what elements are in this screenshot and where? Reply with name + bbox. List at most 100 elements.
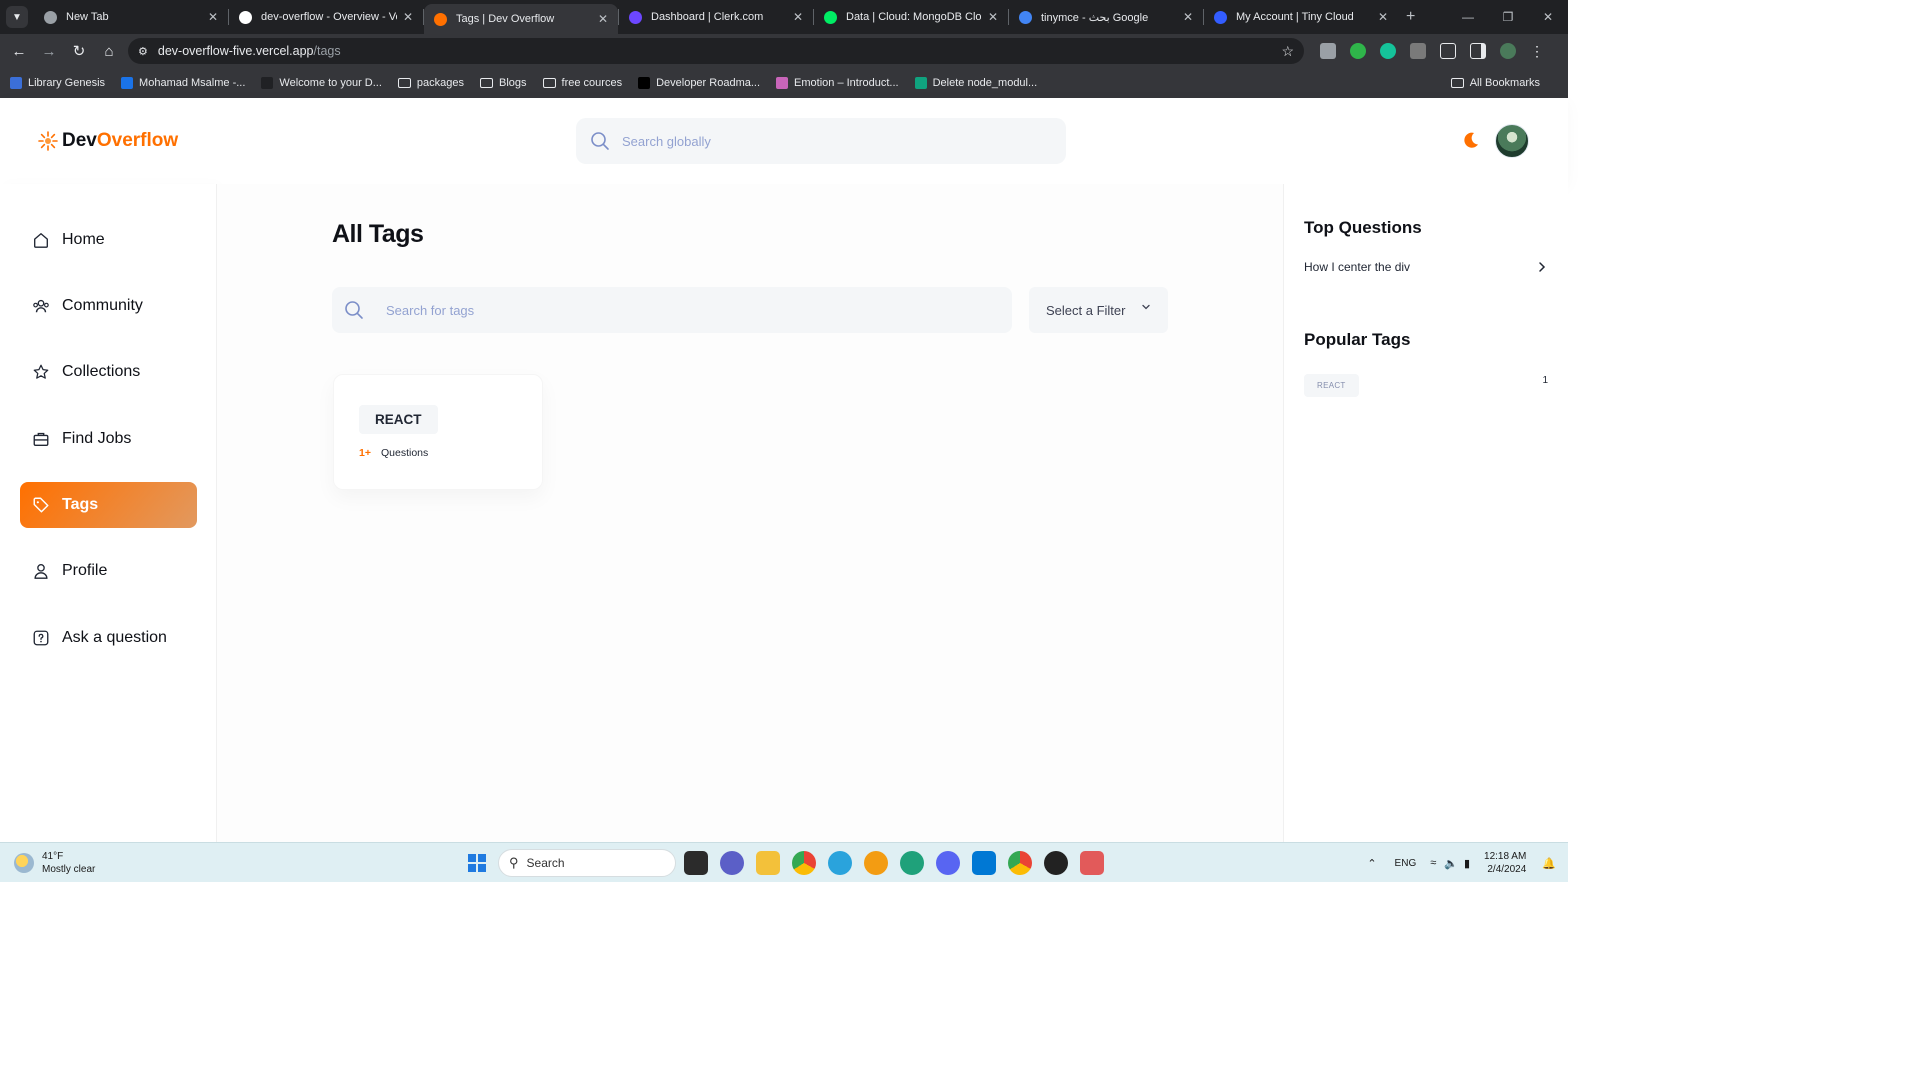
bookmark-folder[interactable]: packages: [397, 77, 464, 89]
tab-title: My Account | Tiny Cloud: [1236, 11, 1354, 23]
profile-icon[interactable]: [1500, 43, 1516, 59]
weather-widget[interactable]: 41°F Mostly clear: [14, 850, 95, 876]
reload-button[interactable]: ↻: [64, 42, 94, 60]
bookmark-item[interactable]: Mohamad Msalme -...: [121, 77, 245, 89]
chevron-up-icon[interactable]: ⌃: [1367, 857, 1376, 870]
popular-tags-heading: Popular Tags: [1304, 330, 1411, 349]
windows-start-icon[interactable]: [468, 854, 486, 872]
sidebar-item-community[interactable]: Community: [20, 283, 197, 329]
browser-tab[interactable]: Tags | Dev Overflow ✕: [424, 4, 618, 34]
sidebar-item-label: Collections: [62, 363, 141, 380]
tag-search-input[interactable]: [386, 302, 1012, 318]
close-window-icon[interactable]: ✕: [1528, 10, 1568, 24]
more-menu-icon[interactable]: ⋮: [1530, 43, 1544, 60]
top-question-link[interactable]: How I center the div: [1304, 260, 1548, 274]
sidebar-item-collections[interactable]: Collections: [20, 349, 197, 395]
taskbar-search[interactable]: ⚲ Search: [498, 849, 676, 877]
browser-tab[interactable]: tinymce - بحث Google ✕: [1009, 0, 1203, 34]
popular-tag-row[interactable]: REACT 1: [1304, 374, 1548, 397]
clock-time: 12:18 AM: [1484, 851, 1527, 862]
back-button[interactable]: ←: [4, 43, 34, 60]
moon-theme-toggle-icon[interactable]: [1460, 130, 1480, 150]
tab-close-icon[interactable]: ✕: [1183, 10, 1193, 24]
bookmark-item[interactable]: Delete node_modul...: [914, 77, 1037, 89]
extension-icon[interactable]: [1350, 43, 1366, 59]
browser-tab[interactable]: Dashboard | Clerk.com ✕: [619, 0, 813, 34]
tab-close-icon[interactable]: ✕: [1378, 10, 1388, 24]
tab-close-icon[interactable]: ✕: [208, 10, 218, 24]
restore-icon[interactable]: ❐: [1488, 10, 1528, 24]
right-sidebar: Top Questions How I center the div Popul…: [1283, 184, 1568, 842]
browser-tab[interactable]: dev-overflow - Overview - Verc ✕: [229, 0, 423, 34]
clock[interactable]: 12:18 AM 2/4/2024: [1484, 850, 1526, 876]
volume-icon[interactable]: 🔈: [1444, 857, 1458, 870]
user-avatar[interactable]: [1495, 124, 1529, 158]
sidebar-item-tags[interactable]: Tags: [20, 482, 197, 528]
media-player-icon[interactable]: [1044, 851, 1068, 875]
language-indicator[interactable]: ENG: [1395, 858, 1417, 869]
logo-text-dev: Dev: [62, 130, 97, 151]
tab-title: dev-overflow - Overview - Verc: [261, 11, 397, 23]
chevron-down-icon: [1142, 304, 1150, 310]
vscode-icon[interactable]: [972, 851, 996, 875]
home-button[interactable]: ⌂: [94, 43, 124, 60]
side-panel-icon[interactable]: [1470, 43, 1486, 59]
new-tab-button[interactable]: +: [1406, 8, 1415, 26]
puzzle-icon[interactable]: [1440, 43, 1456, 59]
bookmark-item[interactable]: Welcome to your D...: [261, 77, 382, 89]
bookmark-item[interactable]: Library Genesis: [10, 77, 105, 89]
teams-icon[interactable]: [720, 851, 744, 875]
wifi-icon[interactable]: ≈: [1430, 857, 1436, 869]
bookmark-label: Welcome to your D...: [279, 77, 382, 89]
app-icon[interactable]: [864, 851, 888, 875]
tab-close-icon[interactable]: ✕: [793, 10, 803, 24]
address-bar[interactable]: ⚙ dev-overflow-five.vercel.app/tags ☆: [128, 38, 1304, 64]
all-bookmarks-folder[interactable]: All Bookmarks: [1450, 77, 1540, 89]
bookmark-favicon-icon: [638, 77, 651, 89]
tab-search-menu-button[interactable]: ▼: [6, 6, 28, 28]
clock-date: 2/4/2024: [1487, 864, 1527, 875]
bookmark-folder[interactable]: Blogs: [480, 77, 527, 89]
tab-close-icon[interactable]: ✕: [403, 10, 413, 24]
bookmark-label: Mohamad Msalme -...: [139, 77, 246, 89]
forward-button[interactable]: →: [34, 43, 64, 60]
bookmark-star-icon[interactable]: ☆: [1281, 43, 1294, 60]
browser-tab[interactable]: My Account | Tiny Cloud ✕: [1204, 0, 1398, 34]
chrome-icon[interactable]: [792, 851, 816, 875]
grammarly-icon[interactable]: [1380, 43, 1396, 59]
tab-close-icon[interactable]: ✕: [598, 12, 608, 26]
chrome-profile-icon[interactable]: [1008, 851, 1032, 875]
extension-icon[interactable]: [1320, 43, 1336, 59]
site-info-icon[interactable]: ⚙: [138, 45, 148, 58]
sidebar-item-home[interactable]: Home: [20, 217, 197, 263]
snipping-tool-icon[interactable]: [1080, 851, 1104, 875]
bookmark-favicon-icon: [914, 77, 927, 89]
battery-icon[interactable]: ▮: [1464, 857, 1470, 870]
tag-search-bar[interactable]: [332, 287, 1012, 333]
bookmark-item[interactable]: Developer Roadma...: [638, 77, 760, 89]
bookmark-folder[interactable]: free cources: [542, 77, 622, 89]
file-explorer-icon[interactable]: [756, 851, 780, 875]
filter-select[interactable]: Select a Filter: [1029, 287, 1168, 333]
task-view-icon[interactable]: [684, 851, 708, 875]
tab-favicon-icon: [1019, 10, 1032, 24]
browser-tab[interactable]: Data | Cloud: MongoDB Cloud ✕: [814, 0, 1008, 34]
telegram-icon[interactable]: [828, 851, 852, 875]
extension-icon[interactable]: [1410, 43, 1426, 59]
tab-close-icon[interactable]: ✕: [988, 10, 998, 24]
notification-bell-icon[interactable]: 🔔: [1542, 857, 1556, 870]
browser-tab[interactable]: New Tab ✕: [34, 0, 228, 34]
sunburst-logo-icon: [38, 131, 58, 151]
global-search-bar[interactable]: [576, 118, 1066, 164]
sidebar-item-ask-question[interactable]: Ask a question: [20, 615, 197, 661]
discord-icon[interactable]: [936, 851, 960, 875]
sidebar-item-find-jobs[interactable]: Find Jobs: [20, 416, 197, 462]
sidebar-item-profile[interactable]: Profile: [20, 548, 197, 594]
edge-icon[interactable]: [900, 851, 924, 875]
minimize-icon[interactable]: —: [1448, 10, 1488, 24]
devoverflow-logo[interactable]: Dev Overflow: [38, 130, 178, 152]
global-search-input[interactable]: [622, 133, 1066, 149]
tag-card[interactable]: REACT 1+ Questions: [333, 374, 543, 490]
search-icon: [591, 132, 609, 150]
bookmark-item[interactable]: Emotion – Introduct...: [776, 77, 899, 89]
